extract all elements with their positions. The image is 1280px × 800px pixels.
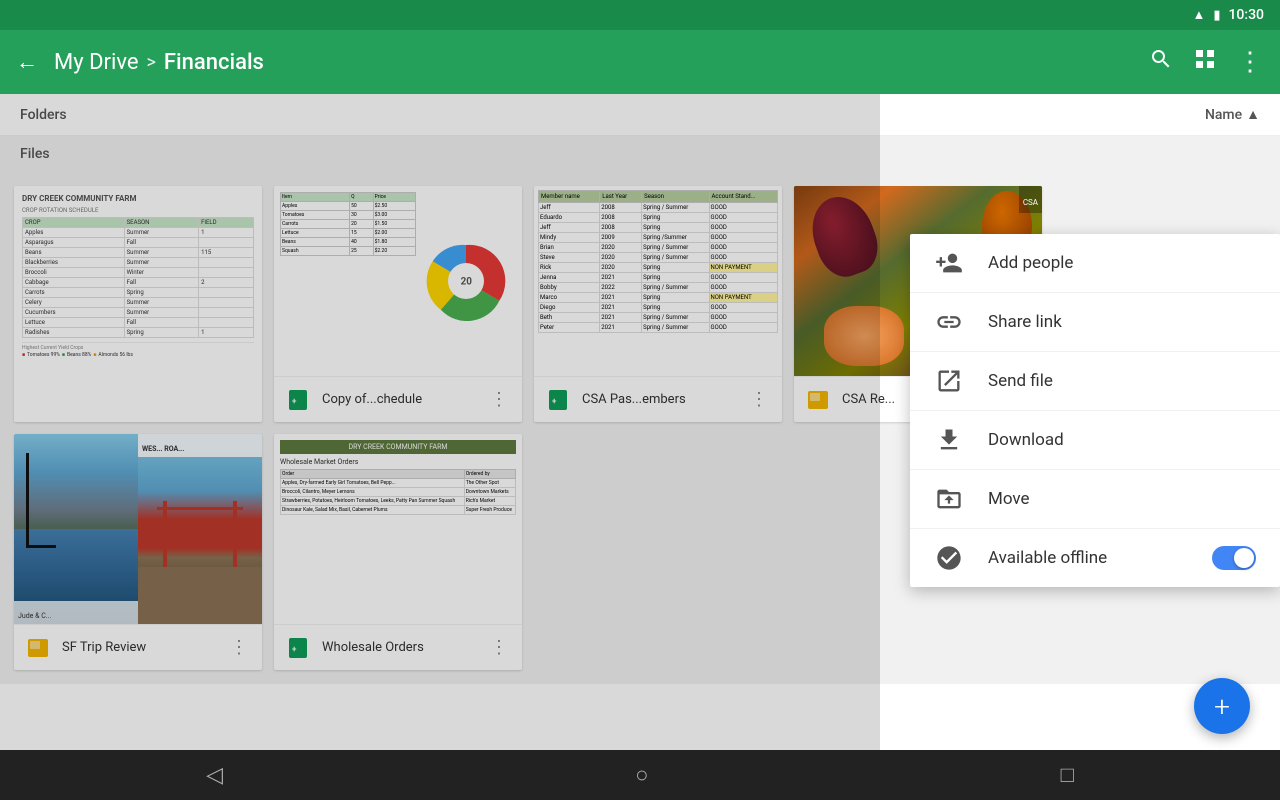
nav-bar: ◁ ○ □ (0, 750, 1280, 800)
share-link-icon (934, 307, 964, 337)
menu-item-available-offline[interactable]: Available offline (910, 529, 1280, 587)
nav-recent-icon[interactable]: □ (1061, 762, 1074, 788)
menu-item-download[interactable]: Download (910, 411, 1280, 470)
offline-toggle[interactable] (1212, 546, 1256, 570)
grid-view-icon[interactable] (1193, 47, 1217, 77)
status-bar: ▲ ▮ 10:30 (0, 0, 1280, 30)
toolbar: ← My Drive > Financials ⋮ (0, 30, 1280, 94)
back-button[interactable]: ← (16, 49, 38, 75)
menu-label-share-link: Share link (988, 312, 1256, 332)
search-icon[interactable] (1149, 47, 1173, 77)
toolbar-actions: ⋮ (1149, 47, 1264, 77)
available-offline-icon (934, 543, 964, 573)
dropdown-overlay[interactable] (0, 94, 880, 750)
nav-back-icon[interactable]: ◁ (206, 763, 223, 788)
menu-item-move[interactable]: Move (910, 470, 1280, 529)
context-menu: Add people Share link Send file Download (910, 234, 1280, 587)
menu-item-send-file[interactable]: Send file (910, 352, 1280, 411)
menu-label-send-file: Send file (988, 371, 1256, 391)
breadcrumb-current: Financials (164, 50, 264, 75)
menu-label-move: Move (988, 489, 1256, 509)
menu-label-add-people: Add people (988, 253, 1256, 273)
menu-item-add-people[interactable]: Add people (910, 234, 1280, 293)
toggle-knob (1234, 548, 1254, 568)
more-options-icon[interactable]: ⋮ (1237, 47, 1264, 77)
send-file-icon (934, 366, 964, 396)
wifi-icon: ▲ (1192, 7, 1205, 23)
main-content: Folders Name ▲ Files DRY CREEK COMMUNITY… (0, 94, 1280, 750)
nav-home-icon[interactable]: ○ (635, 762, 648, 788)
sort-button[interactable]: Name ▲ (1205, 106, 1260, 123)
status-time: 10:30 (1228, 7, 1264, 23)
battery-icon: ▮ (1213, 8, 1220, 23)
breadcrumb: My Drive > Financials (54, 50, 1133, 75)
fab-button[interactable]: + (1194, 678, 1250, 734)
move-icon (934, 484, 964, 514)
add-people-icon (934, 248, 964, 278)
menu-label-download: Download (988, 430, 1256, 450)
breadcrumb-separator: > (147, 52, 156, 73)
breadcrumb-root[interactable]: My Drive (54, 50, 139, 75)
menu-label-available-offline: Available offline (988, 548, 1188, 568)
download-icon (934, 425, 964, 455)
menu-item-share-link[interactable]: Share link (910, 293, 1280, 352)
